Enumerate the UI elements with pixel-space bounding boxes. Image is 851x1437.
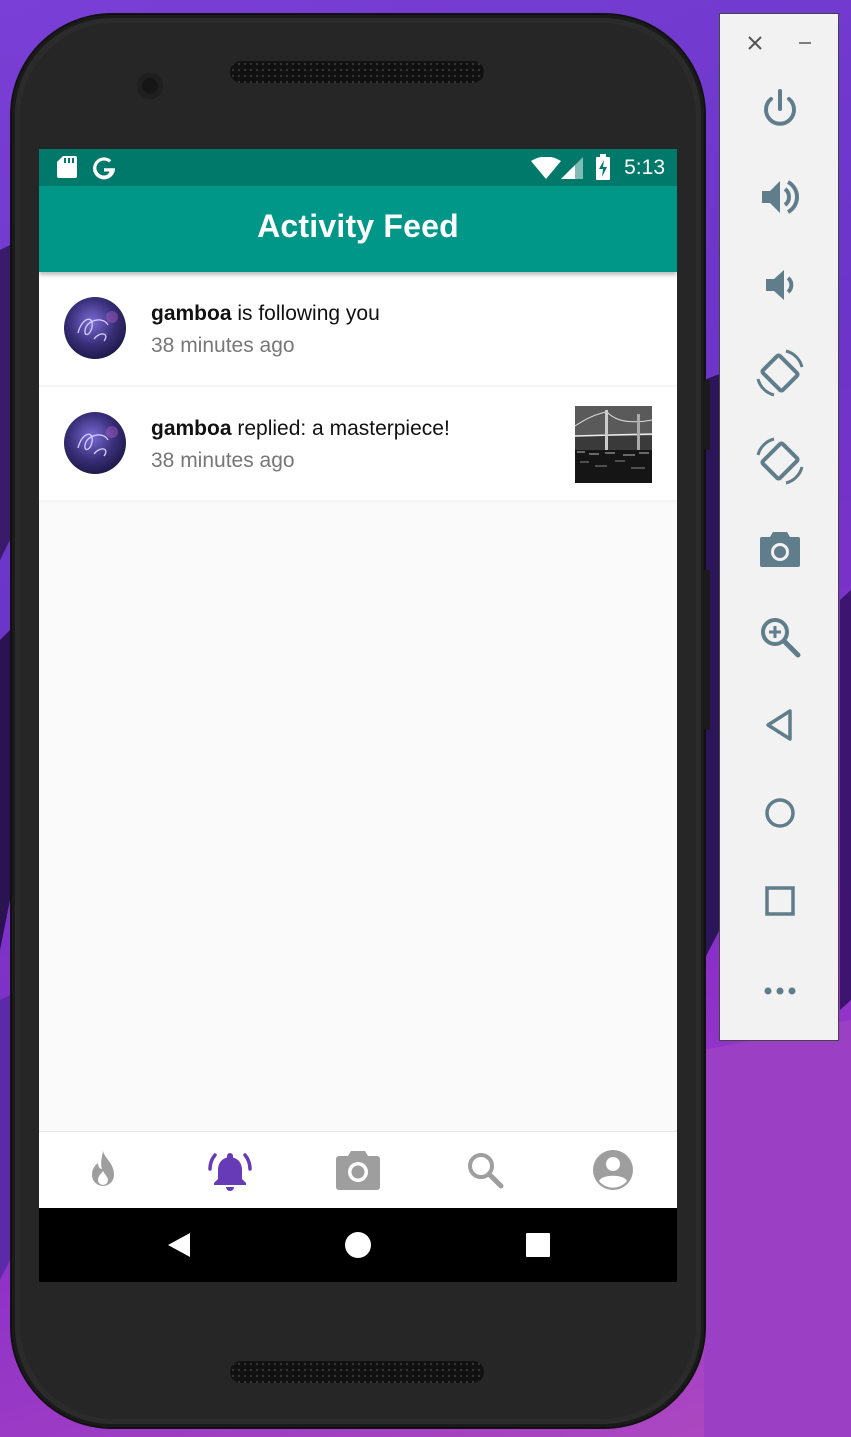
feed-item-text: gamboa replied: a masterpiece! bbox=[151, 417, 450, 441]
front-camera bbox=[137, 73, 163, 99]
wifi-icon bbox=[531, 157, 561, 179]
rotate-left-icon[interactable] bbox=[756, 349, 804, 397]
emulator-control-panel bbox=[719, 13, 839, 1041]
minimize-icon[interactable] bbox=[797, 35, 813, 51]
overview-button[interactable] bbox=[526, 1233, 550, 1257]
post-thumbnail[interactable] bbox=[575, 406, 652, 483]
more-icon[interactable] bbox=[756, 965, 804, 1013]
screenshot-icon[interactable] bbox=[756, 525, 804, 573]
feed-timestamp: 38 minutes ago bbox=[151, 334, 295, 357]
feed-item[interactable]: gamboa replied: a masterpiece! 38 minute… bbox=[39, 387, 677, 502]
activity-feed: gamboa is following you 38 minutes ago g… bbox=[39, 272, 677, 502]
phone-side-button bbox=[704, 380, 710, 450]
overview-icon[interactable] bbox=[756, 877, 804, 925]
feed-timestamp: 38 minutes ago bbox=[151, 449, 295, 472]
sd-card-icon bbox=[57, 156, 77, 178]
phone-side-button bbox=[704, 570, 710, 730]
search-icon[interactable] bbox=[460, 1145, 510, 1195]
rotate-right-icon[interactable] bbox=[756, 437, 804, 485]
page-title: Activity Feed bbox=[257, 208, 459, 244]
flame-icon[interactable] bbox=[78, 1145, 128, 1195]
android-nav-bar bbox=[39, 1208, 677, 1282]
top-speaker bbox=[230, 61, 484, 83]
status-bar: 5:13 bbox=[39, 149, 677, 186]
power-icon[interactable] bbox=[756, 85, 804, 133]
feed-username[interactable]: gamboa bbox=[151, 302, 232, 325]
app-screen: 5:13 Activity Feed gamboa is following y… bbox=[39, 149, 677, 1282]
volume-down-icon[interactable] bbox=[756, 261, 804, 309]
battery-icon bbox=[596, 154, 610, 180]
feed-item[interactable]: gamboa is following you 38 minutes ago bbox=[39, 272, 677, 387]
feed-message: is following you bbox=[231, 302, 380, 325]
back-button[interactable] bbox=[166, 1232, 192, 1258]
notifications-icon[interactable] bbox=[205, 1145, 255, 1195]
status-time: 5:13 bbox=[624, 156, 665, 179]
signal-icon bbox=[561, 157, 583, 179]
bottom-navigation bbox=[39, 1131, 677, 1209]
feed-message: replied: a masterpiece! bbox=[231, 417, 450, 440]
back-icon[interactable] bbox=[756, 701, 804, 749]
feed-item-text: gamboa is following you bbox=[151, 302, 380, 326]
bottom-speaker bbox=[230, 1361, 484, 1383]
google-icon bbox=[93, 157, 116, 180]
account-icon[interactable] bbox=[588, 1145, 638, 1195]
volume-up-icon[interactable] bbox=[756, 173, 804, 221]
home-icon[interactable] bbox=[756, 789, 804, 837]
camera-icon[interactable] bbox=[333, 1145, 383, 1195]
feed-username[interactable]: gamboa bbox=[151, 417, 232, 440]
close-icon[interactable] bbox=[747, 35, 763, 51]
avatar[interactable] bbox=[64, 412, 126, 474]
zoom-icon[interactable] bbox=[756, 613, 804, 661]
avatar[interactable] bbox=[64, 297, 126, 359]
app-bar: Activity Feed bbox=[39, 186, 677, 272]
home-button[interactable] bbox=[345, 1232, 371, 1258]
